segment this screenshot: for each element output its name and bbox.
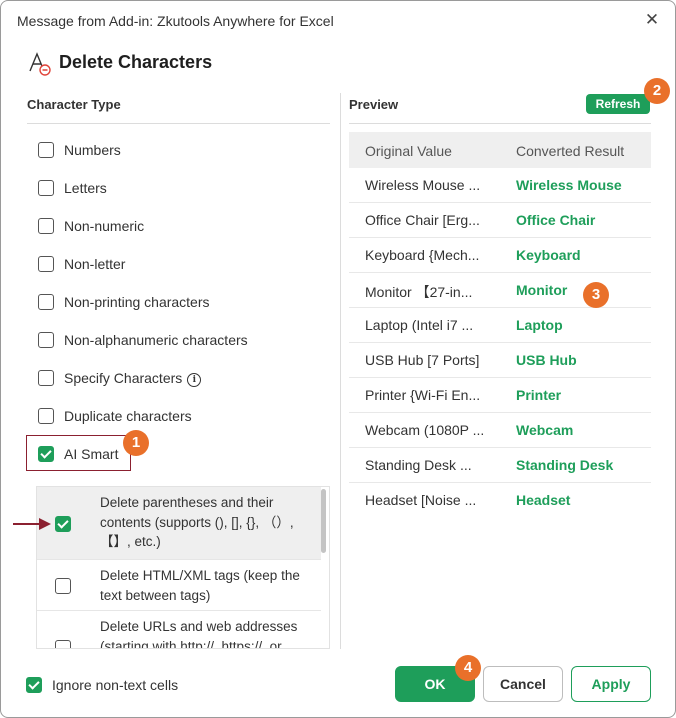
checkbox-numbers[interactable] xyxy=(38,142,54,158)
character-type-title: Character Type xyxy=(27,97,121,112)
table-row: USB Hub [7 Ports] USB Hub xyxy=(349,343,651,378)
option-non-alphanumeric[interactable]: Non-alphanumeric characters xyxy=(64,332,248,348)
cell-original: Standing Desk ... xyxy=(365,457,472,473)
section-divider xyxy=(27,123,330,124)
ai-smart-options-list[interactable]: Delete parentheses and their contents (s… xyxy=(36,486,330,649)
cell-original: Printer {Wi-Fi En... xyxy=(365,387,481,403)
callout-badge-3: 3 xyxy=(583,282,609,308)
option-non-printing[interactable]: Non-printing characters xyxy=(64,294,210,310)
table-row: Office Chair [Erg... Office Chair xyxy=(349,203,651,238)
option-delete-parentheses: Delete parentheses and their contents (s… xyxy=(100,495,294,549)
option-duplicate-characters[interactable]: Duplicate characters xyxy=(64,408,192,424)
callout-badge-4: 4 xyxy=(455,655,481,681)
cell-converted: Standing Desk xyxy=(516,457,614,473)
column-original-value: Original Value xyxy=(365,143,452,159)
pointer-arrow-icon xyxy=(13,518,51,530)
option-specify-characters-label: Specify Characters xyxy=(64,370,183,386)
window-title: Message from Add-in: Zkutools Anywhere f… xyxy=(17,13,334,29)
checkbox-non-letter[interactable] xyxy=(38,256,54,272)
panel-divider xyxy=(340,93,341,649)
checkbox-non-alphanumeric[interactable] xyxy=(38,332,54,348)
cell-original: Webcam (1080P ... xyxy=(365,422,485,438)
cell-original: Monitor 【27-in... xyxy=(365,284,473,300)
preview-divider xyxy=(349,123,651,124)
cell-original: USB Hub [7 Ports] xyxy=(365,352,480,368)
dialog-heading: Delete Characters xyxy=(59,52,213,72)
cell-original: Laptop (Intel i7 ... xyxy=(365,317,474,333)
option-delete-urls: Delete URLs and web addresses (starting … xyxy=(100,619,298,649)
checkbox-delete-html-tags[interactable] xyxy=(55,578,71,594)
callout-badge-1: 1 xyxy=(123,430,149,456)
checkbox-specify-characters[interactable] xyxy=(38,370,54,386)
refresh-button[interactable]: Refresh xyxy=(586,94,650,114)
list-item[interactable]: Delete URLs and web addresses (starting … xyxy=(37,611,321,649)
option-delete-html-tags: Delete HTML/XML tags (keep the text betw… xyxy=(100,568,300,603)
preview-title: Preview xyxy=(349,97,399,112)
cell-original: Wireless Mouse ... xyxy=(365,177,481,193)
apply-button[interactable]: Apply xyxy=(571,666,651,702)
option-ai-smart[interactable]: AI Smart xyxy=(64,446,118,462)
option-specify-characters[interactable]: Specify Characters i xyxy=(64,370,202,387)
table-row: Headset [Noise ... Headset xyxy=(349,483,651,518)
option-non-numeric[interactable]: Non-numeric xyxy=(64,218,144,234)
checkbox-delete-urls[interactable] xyxy=(55,640,71,648)
cell-converted: Monitor xyxy=(516,282,568,298)
cell-converted: Wireless Mouse xyxy=(516,177,622,193)
dialog-window: Message from Add-in: Zkutools Anywhere f… xyxy=(0,0,676,718)
column-converted-result: Converted Result xyxy=(516,143,625,159)
list-item[interactable]: Delete HTML/XML tags (keep the text betw… xyxy=(37,560,321,610)
close-icon[interactable]: ✕ xyxy=(642,10,662,30)
info-icon[interactable]: i xyxy=(187,373,202,387)
checkbox-non-printing[interactable] xyxy=(38,294,54,310)
scrollbar-thumb[interactable] xyxy=(321,489,326,553)
checkbox-ai-smart[interactable] xyxy=(38,446,54,462)
checkbox-letters[interactable] xyxy=(38,180,54,196)
option-ignore-non-text[interactable]: Ignore non-text cells xyxy=(52,677,178,693)
cell-converted: Printer xyxy=(516,387,562,403)
table-row: Keyboard {Mech... Keyboard xyxy=(349,238,651,273)
option-letters[interactable]: Letters xyxy=(64,180,107,196)
delete-characters-icon xyxy=(29,52,51,76)
cell-converted: Webcam xyxy=(516,422,574,438)
cell-converted: Keyboard xyxy=(516,247,581,263)
checkbox-non-numeric[interactable] xyxy=(38,218,54,234)
option-numbers[interactable]: Numbers xyxy=(64,142,121,158)
callout-badge-2: 2 xyxy=(644,78,670,104)
table-row: Webcam (1080P ... Webcam xyxy=(349,413,651,448)
table-row: Wireless Mouse ... Wireless Mouse xyxy=(349,168,651,203)
cell-converted: USB Hub xyxy=(516,352,577,368)
list-item[interactable]: Delete parentheses and their contents (s… xyxy=(37,487,321,559)
table-row: Standing Desk ... Standing Desk xyxy=(349,448,651,483)
checkbox-delete-parentheses[interactable] xyxy=(55,516,71,532)
cell-original: Keyboard {Mech... xyxy=(365,247,480,263)
cell-original: Office Chair [Erg... xyxy=(365,212,480,228)
checkbox-duplicate-characters[interactable] xyxy=(38,408,54,424)
cancel-button[interactable]: Cancel xyxy=(483,666,563,702)
option-non-letter[interactable]: Non-letter xyxy=(64,256,125,272)
table-row: Printer {Wi-Fi En... Printer xyxy=(349,378,651,413)
cell-converted: Headset xyxy=(516,492,571,508)
table-row: Laptop (Intel i7 ... Laptop xyxy=(349,308,651,343)
cell-converted: Laptop xyxy=(516,317,563,333)
cell-original: Headset [Noise ... xyxy=(365,492,477,508)
checkbox-ignore-non-text[interactable] xyxy=(26,677,42,693)
preview-table-header: Original Value Converted Result xyxy=(349,132,651,168)
cell-converted: Office Chair xyxy=(516,212,596,228)
